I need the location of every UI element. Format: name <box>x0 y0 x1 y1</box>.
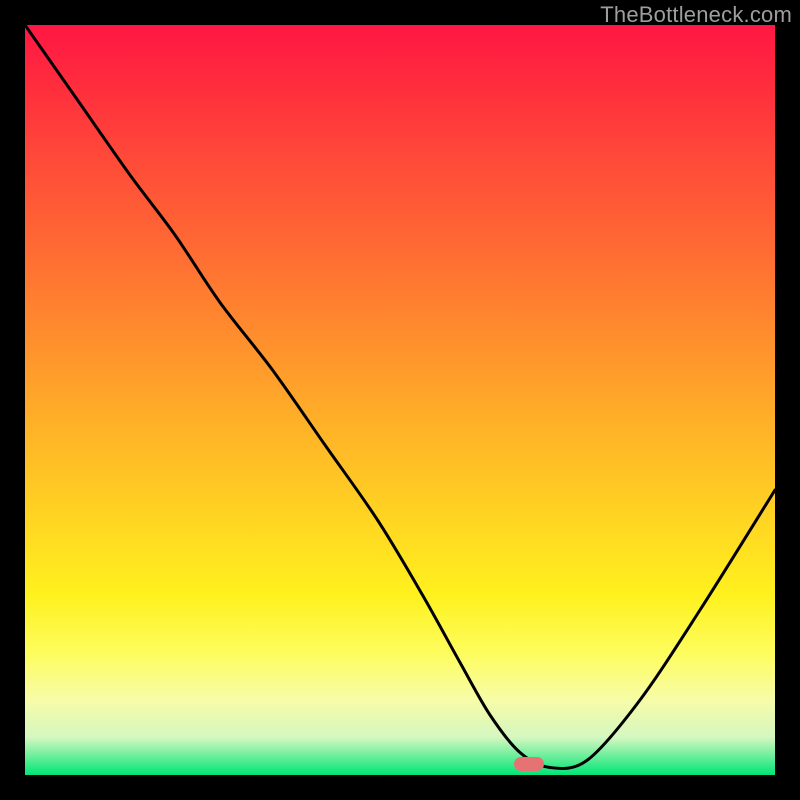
optimal-marker <box>514 757 544 771</box>
chart-frame <box>25 25 775 775</box>
chart-gradient-background <box>25 25 775 775</box>
